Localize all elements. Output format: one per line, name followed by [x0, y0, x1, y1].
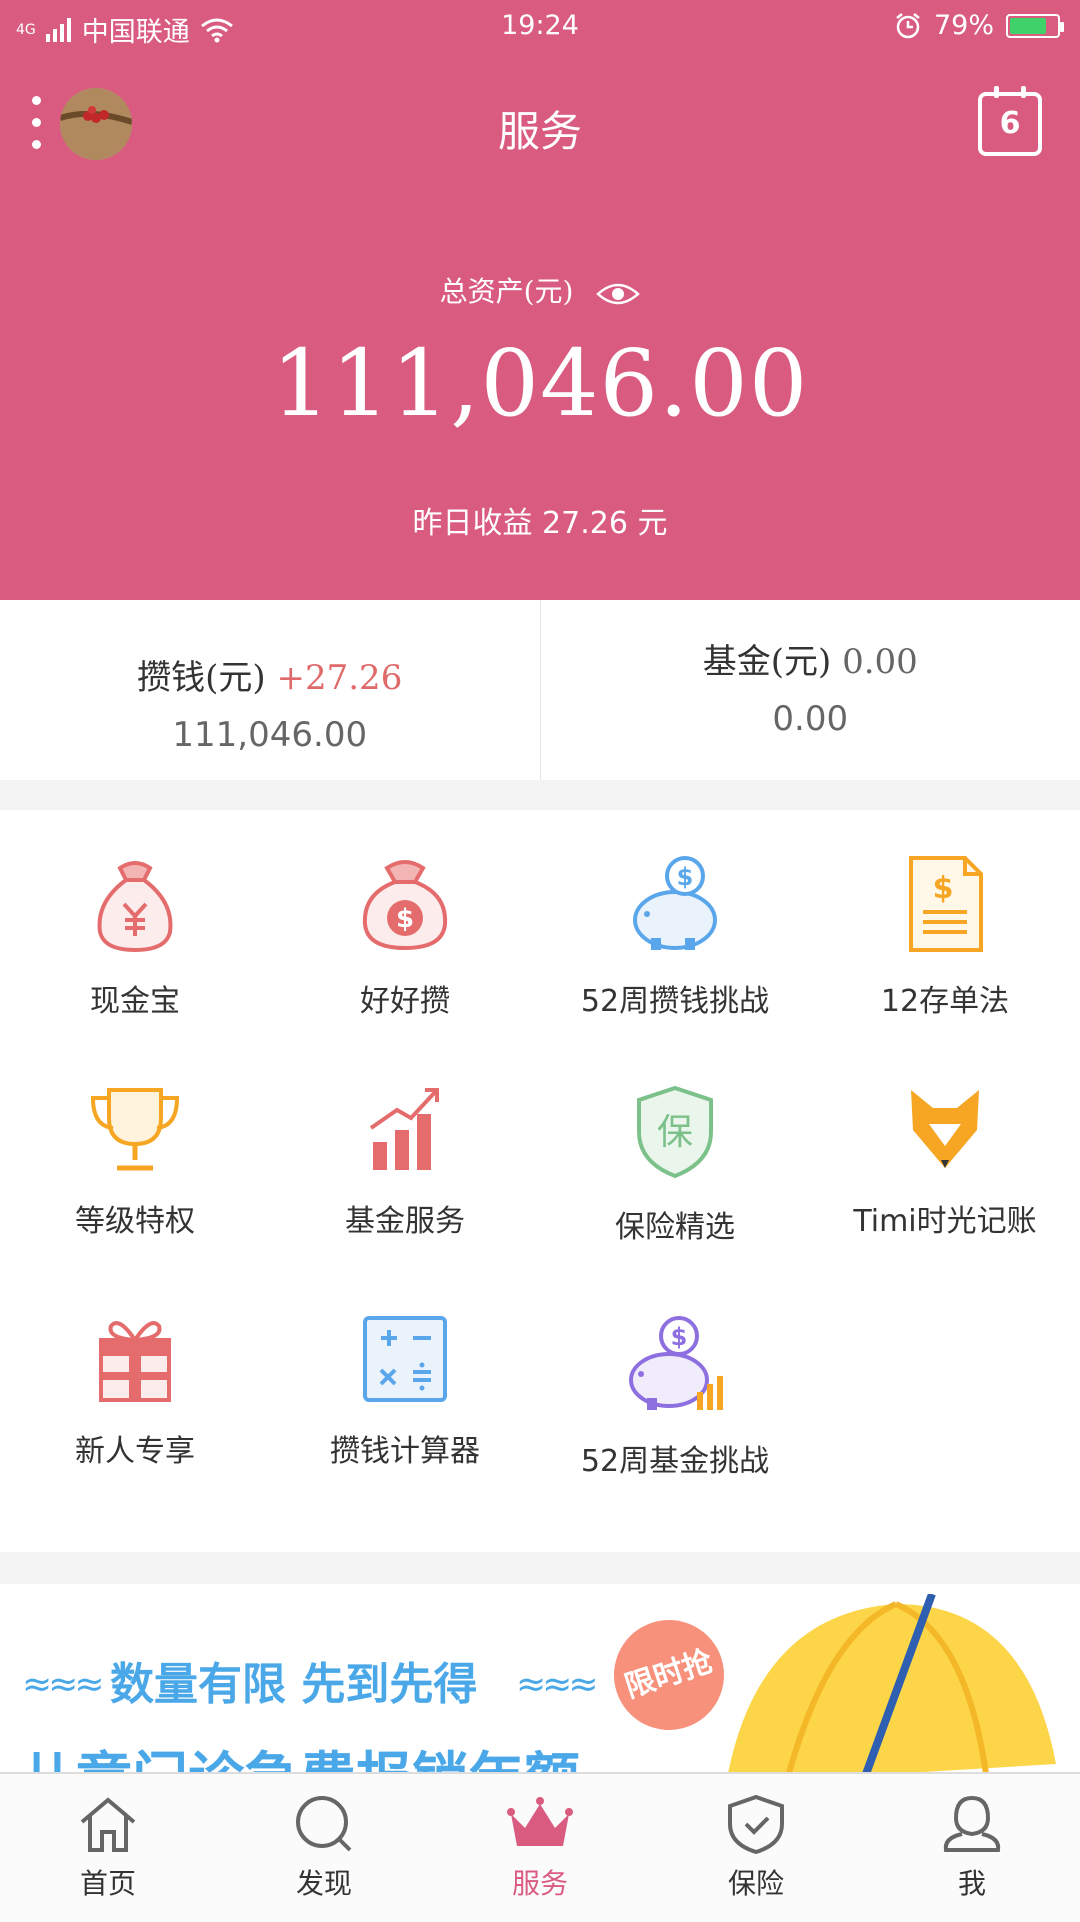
service-newcomer[interactable]: 新人专享	[0, 1270, 270, 1500]
service-level-privilege[interactable]: 等级特权	[0, 1040, 270, 1270]
fund-value: 0.00	[541, 699, 1080, 739]
save-delta: +27.26	[277, 658, 403, 698]
shield-icon	[724, 1794, 788, 1854]
save-value: 111,046.00	[0, 715, 540, 755]
battery-percent: 79%	[934, 10, 994, 41]
service-label: 新人专享	[0, 1426, 270, 1470]
piggy-bank-icon: $	[623, 854, 727, 954]
total-assets-value: 111,046.00	[0, 330, 1080, 437]
svg-text:$: $	[677, 863, 694, 891]
alarm-icon	[894, 12, 922, 40]
service-label: 12存单法	[810, 976, 1080, 1020]
save-label: 攒钱(元)	[137, 658, 266, 698]
piggy-bank-chart-icon: $	[623, 1314, 727, 1414]
service-label: 基金服务	[270, 1196, 540, 1240]
total-assets-text: 总资产(元)	[440, 275, 574, 308]
tab-label: 发现	[216, 1862, 432, 1902]
service-52-week-saving[interactable]: $ 52周攒钱挑战	[540, 810, 810, 1040]
eye-icon[interactable]	[596, 280, 640, 308]
service-label: 52周基金挑战	[540, 1436, 810, 1480]
svg-text:$: $	[396, 904, 414, 934]
fox-icon	[905, 1084, 985, 1174]
yesterday-earnings: 昨日收益 27.26 元	[0, 498, 1080, 542]
tab-services[interactable]: 服务	[432, 1774, 648, 1922]
page-title: 服务	[0, 98, 1080, 159]
service-cash-treasure[interactable]: 现金宝	[0, 810, 270, 1040]
money-bag-yuan-icon	[90, 854, 180, 954]
status-bar: 4G 中国联通 19:24 79%	[0, 0, 1080, 52]
services-grid: 现金宝 $ 好好攒 $ 52周攒钱挑战 $ 12存单法 等级特权 基金服务 保 …	[0, 810, 1080, 1552]
promo-slogan: 数量有限 先到先得	[110, 1648, 477, 1712]
tab-insurance[interactable]: 保险	[648, 1774, 864, 1922]
money-bag-dollar-icon: $	[357, 854, 453, 954]
total-assets-label: 总资产(元)	[0, 270, 1080, 310]
service-label: 攒钱计算器	[270, 1426, 540, 1470]
wave-decoration: ≈≈≈	[516, 1664, 595, 1705]
service-label: 52周攒钱挑战	[540, 976, 810, 1020]
save-summary[interactable]: 攒钱(元) +27.26 111,046.00	[0, 600, 540, 780]
deposit-document-icon: $	[905, 854, 985, 954]
trophy-icon	[85, 1084, 185, 1174]
crown-icon	[505, 1794, 575, 1854]
home-icon	[76, 1794, 140, 1854]
service-label: 等级特权	[0, 1196, 270, 1240]
service-label: 保险精选	[540, 1202, 810, 1246]
service-label: Timi时光记账	[810, 1196, 1080, 1240]
tab-label: 我	[864, 1862, 1080, 1902]
svg-text:保: 保	[657, 1112, 693, 1153]
user-icon	[940, 1794, 1004, 1854]
battery-icon	[1006, 14, 1060, 38]
svg-text:$: $	[933, 871, 954, 906]
gift-icon	[95, 1314, 175, 1404]
calendar-checkin-icon[interactable]: 6	[978, 92, 1042, 156]
umbrella-icon	[716, 1594, 1076, 1774]
battery-fill	[1010, 18, 1046, 34]
service-calculator[interactable]: 攒钱计算器	[270, 1270, 540, 1500]
search-icon	[292, 1794, 356, 1854]
growth-chart-icon	[365, 1084, 445, 1174]
calculator-icon	[361, 1314, 449, 1404]
tab-me[interactable]: 我	[864, 1774, 1080, 1922]
bottom-tab-bar: 首页 发现 服务 保险 我	[0, 1772, 1080, 1922]
tab-label: 保险	[648, 1862, 864, 1902]
title-bar: 服务 6	[0, 88, 1080, 168]
service-fund[interactable]: 基金服务	[270, 1040, 540, 1270]
asset-summary: 攒钱(元) +27.26 111,046.00 基金(元) 0.00 0.00	[0, 600, 1080, 780]
tab-label: 首页	[0, 1862, 216, 1902]
service-label: 现金宝	[0, 976, 270, 1020]
header-section: 4G 中国联通 19:24 79% 服务 6 总资产(元) 111,046.00…	[0, 0, 1080, 600]
promo-banner[interactable]: ≈≈≈ 数量有限 先到先得 ≈≈≈ 限时抢 儿童门诊急费报销年额	[0, 1584, 1080, 1774]
fund-summary[interactable]: 基金(元) 0.00 0.00	[540, 600, 1080, 780]
fund-label: 基金(元)	[703, 642, 832, 682]
insurance-shield-icon: 保	[635, 1084, 715, 1180]
service-good-saving[interactable]: $ 好好攒	[270, 810, 540, 1040]
tab-label: 服务	[432, 1862, 648, 1902]
tab-home[interactable]: 首页	[0, 1774, 216, 1922]
service-insurance-select[interactable]: 保 保险精选	[540, 1040, 810, 1270]
service-12-deposit[interactable]: $ 12存单法	[810, 810, 1080, 1040]
service-52-week-fund[interactable]: $ 52周基金挑战	[540, 1270, 810, 1500]
service-label: 好好攒	[270, 976, 540, 1020]
fund-delta: 0.00	[842, 642, 918, 682]
promo-subtitle: 儿童门诊急费报销年额	[20, 1734, 580, 1774]
tab-discover[interactable]: 发现	[216, 1774, 432, 1922]
svg-text:$: $	[671, 1323, 688, 1351]
wave-decoration: ≈≈≈	[22, 1664, 101, 1705]
service-timi-bookkeeping[interactable]: Timi时光记账	[810, 1040, 1080, 1270]
